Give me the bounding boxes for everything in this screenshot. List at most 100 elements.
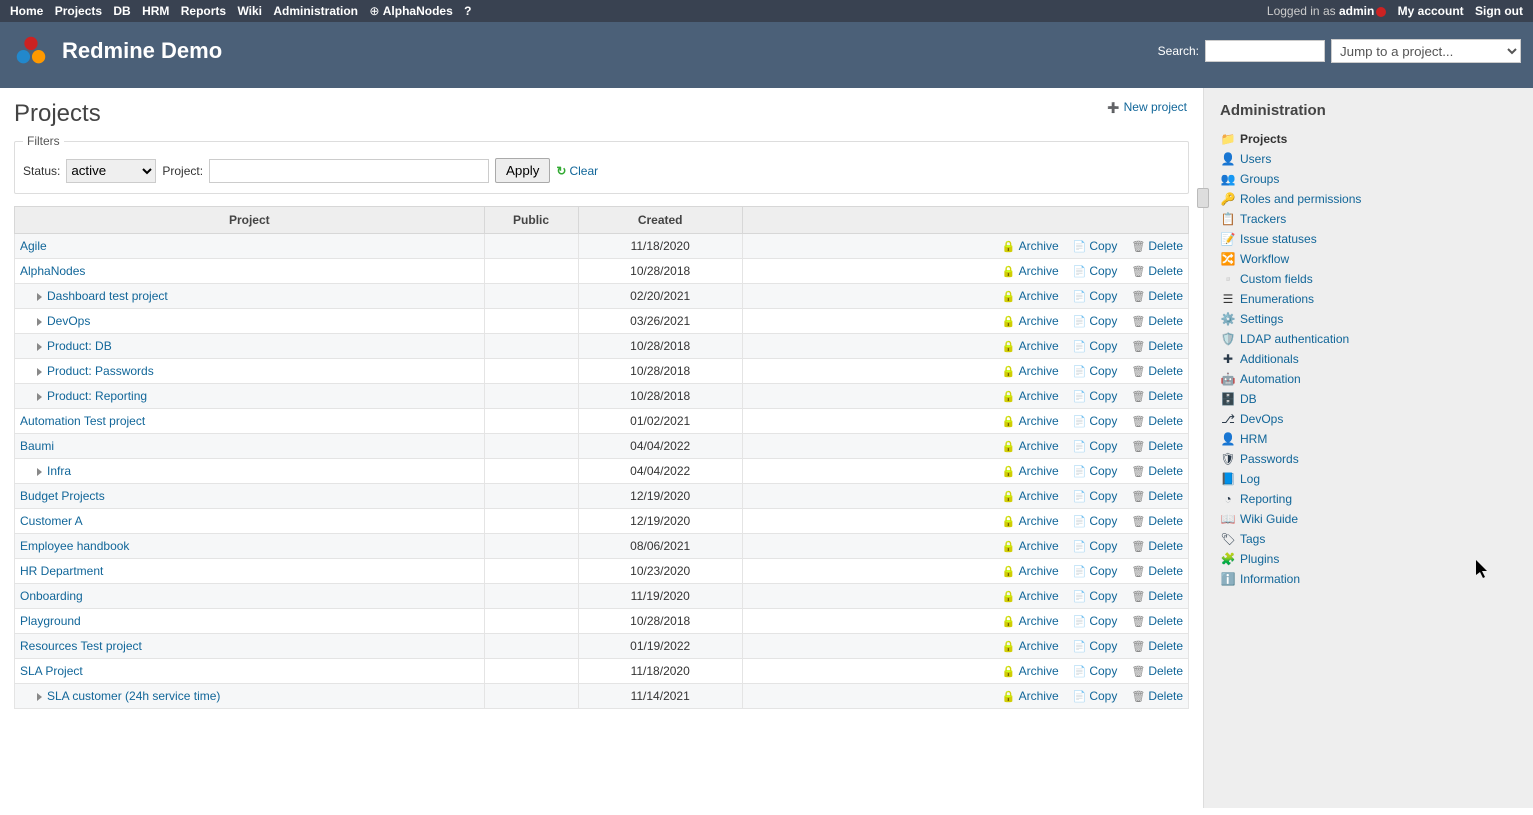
project-link[interactable]: Automation Test project [20, 414, 145, 428]
copy-link[interactable]: Copy [1073, 664, 1118, 678]
copy-link[interactable]: Copy [1073, 614, 1118, 628]
delete-link[interactable]: Delete [1131, 389, 1183, 403]
sidebar-link[interactable]: Users [1240, 152, 1271, 166]
project-link[interactable]: Playground [20, 614, 81, 628]
nav-hrm[interactable]: HRM [142, 4, 169, 18]
project-link[interactable]: Infra [47, 464, 71, 478]
archive-link[interactable]: Archive [1002, 614, 1059, 628]
expander-icon[interactable] [37, 693, 42, 701]
delete-link[interactable]: Delete [1131, 314, 1183, 328]
sidebar-link[interactable]: LDAP authentication [1240, 332, 1349, 346]
nav-home[interactable]: Home [10, 4, 43, 18]
sidebar-link[interactable]: Workflow [1240, 252, 1289, 266]
delete-link[interactable]: Delete [1131, 289, 1183, 303]
nav-reports[interactable]: Reports [181, 4, 226, 18]
archive-link[interactable]: Archive [1002, 589, 1059, 603]
sidebar-link[interactable]: Passwords [1240, 452, 1299, 466]
project-link[interactable]: Onboarding [20, 589, 83, 603]
delete-link[interactable]: Delete [1131, 339, 1183, 353]
archive-link[interactable]: Archive [1002, 564, 1059, 578]
project-link[interactable]: Customer A [20, 514, 83, 528]
archive-link[interactable]: Archive [1002, 664, 1059, 678]
status-select[interactable]: active [66, 159, 156, 183]
sidebar-link[interactable]: HRM [1240, 432, 1267, 446]
archive-link[interactable]: Archive [1002, 689, 1059, 703]
jump-to-project-select[interactable]: Jump to a project... [1331, 39, 1521, 63]
project-link[interactable]: DevOps [47, 314, 90, 328]
project-link[interactable]: Agile [20, 239, 47, 253]
copy-link[interactable]: Copy [1073, 289, 1118, 303]
archive-link[interactable]: Archive [1002, 364, 1059, 378]
delete-link[interactable]: Delete [1131, 539, 1183, 553]
sidebar-link[interactable]: Plugins [1240, 552, 1279, 566]
nav-my-account[interactable]: My account [1398, 4, 1464, 18]
archive-link[interactable]: Archive [1002, 389, 1059, 403]
project-link[interactable]: Resources Test project [20, 639, 142, 653]
col-created[interactable]: Created [578, 207, 742, 234]
copy-link[interactable]: Copy [1073, 589, 1118, 603]
copy-link[interactable]: Copy [1073, 264, 1118, 278]
archive-link[interactable]: Archive [1002, 289, 1059, 303]
sidebar-link[interactable]: DevOps [1240, 412, 1283, 426]
sidebar-link[interactable]: DB [1240, 392, 1257, 406]
delete-link[interactable]: Delete [1131, 364, 1183, 378]
project-link[interactable]: SLA customer (24h service time) [47, 689, 220, 703]
copy-link[interactable]: Copy [1073, 564, 1118, 578]
sidebar-link[interactable]: Reporting [1240, 492, 1292, 506]
delete-link[interactable]: Delete [1131, 239, 1183, 253]
delete-link[interactable]: Delete [1131, 464, 1183, 478]
delete-link[interactable]: Delete [1131, 589, 1183, 603]
project-link[interactable]: Dashboard test project [47, 289, 168, 303]
sidebar-link[interactable]: Custom fields [1240, 272, 1313, 286]
copy-link[interactable]: Copy [1073, 414, 1118, 428]
project-link[interactable]: Baumi [20, 439, 54, 453]
project-link[interactable]: Employee handbook [20, 539, 129, 553]
sidebar-link[interactable]: Information [1240, 572, 1300, 586]
copy-link[interactable]: Copy [1073, 514, 1118, 528]
delete-link[interactable]: Delete [1131, 689, 1183, 703]
apply-button[interactable]: Apply [495, 158, 550, 183]
copy-link[interactable]: Copy [1073, 364, 1118, 378]
copy-link[interactable]: Copy [1073, 339, 1118, 353]
copy-link[interactable]: Copy [1073, 639, 1118, 653]
archive-link[interactable]: Archive [1002, 464, 1059, 478]
project-link[interactable]: Product: Reporting [47, 389, 147, 403]
archive-link[interactable]: Archive [1002, 639, 1059, 653]
sidebar-collapse-handle[interactable] [1197, 188, 1209, 208]
sidebar-link[interactable]: Enumerations [1240, 292, 1314, 306]
expander-icon[interactable] [37, 368, 42, 376]
expander-icon[interactable] [37, 468, 42, 476]
sidebar-link[interactable]: Projects [1240, 132, 1287, 146]
sidebar-link[interactable]: Log [1240, 472, 1260, 486]
copy-link[interactable]: Copy [1073, 689, 1118, 703]
nav-alphanodes[interactable]: AlphaNodes [383, 4, 453, 18]
nav-help[interactable]: ? [464, 4, 471, 18]
expander-icon[interactable] [37, 318, 42, 326]
delete-link[interactable]: Delete [1131, 414, 1183, 428]
delete-link[interactable]: Delete [1131, 489, 1183, 503]
delete-link[interactable]: Delete [1131, 639, 1183, 653]
archive-link[interactable]: Archive [1002, 414, 1059, 428]
project-link[interactable]: SLA Project [20, 664, 83, 678]
copy-link[interactable]: Copy [1073, 389, 1118, 403]
project-link[interactable]: Product: DB [47, 339, 112, 353]
sidebar-link[interactable]: Groups [1240, 172, 1279, 186]
project-link[interactable]: Product: Passwords [47, 364, 154, 378]
archive-link[interactable]: Archive [1002, 339, 1059, 353]
clear-link[interactable]: Clear [556, 164, 598, 178]
sidebar-link[interactable]: Tags [1240, 532, 1265, 546]
archive-link[interactable]: Archive [1002, 264, 1059, 278]
col-public[interactable]: Public [484, 207, 578, 234]
nav-sign-out[interactable]: Sign out [1475, 4, 1523, 18]
delete-link[interactable]: Delete [1131, 264, 1183, 278]
project-filter-input[interactable] [209, 159, 489, 183]
expander-icon[interactable] [37, 293, 42, 301]
new-project-link[interactable]: New project [1107, 100, 1187, 114]
archive-link[interactable]: Archive [1002, 489, 1059, 503]
delete-link[interactable]: Delete [1131, 664, 1183, 678]
project-link[interactable]: HR Department [20, 564, 103, 578]
archive-link[interactable]: Archive [1002, 314, 1059, 328]
sidebar-link[interactable]: Trackers [1240, 212, 1286, 226]
nav-wiki[interactable]: Wiki [237, 4, 262, 18]
delete-link[interactable]: Delete [1131, 614, 1183, 628]
